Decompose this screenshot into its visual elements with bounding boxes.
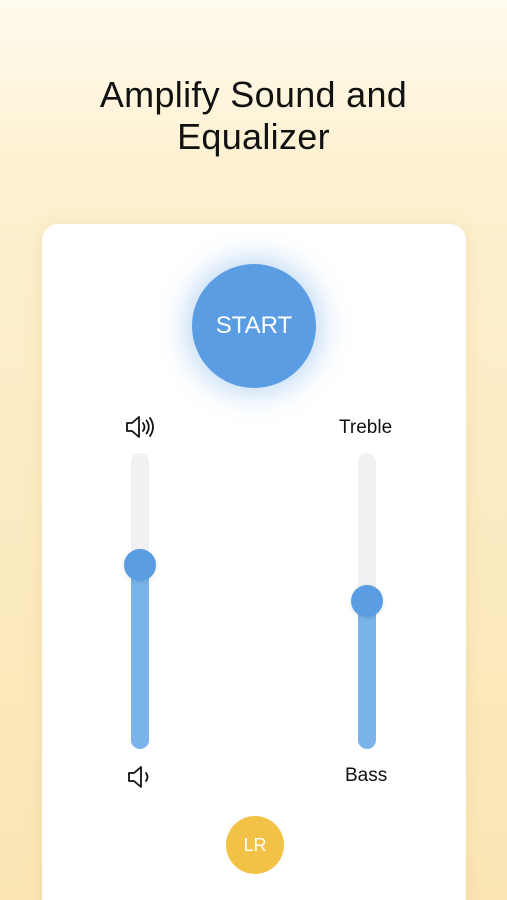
speaker-quiet-icon [126,764,160,790]
title-line-2: Equalizer [177,116,330,157]
equalizer-slider-fill [358,601,376,749]
treble-label: Treble [339,417,393,438]
volume-slider-fill [131,565,149,749]
equalizer-slider[interactable] [351,453,383,749]
title-line-1: Amplify Sound and [99,74,408,115]
volume-slider[interactable] [124,453,156,749]
control-card: START Treble Bass LR [42,224,466,900]
start-button[interactable]: START [192,264,316,388]
equalizer-slider-thumb[interactable] [351,585,383,617]
lr-balance-button[interactable]: LR [226,816,284,874]
volume-slider-thumb[interactable] [124,549,156,582]
bass-label: Bass [345,765,388,786]
page-title: Amplify Sound and Equalizer [0,74,507,158]
speaker-loud-icon [124,414,158,440]
